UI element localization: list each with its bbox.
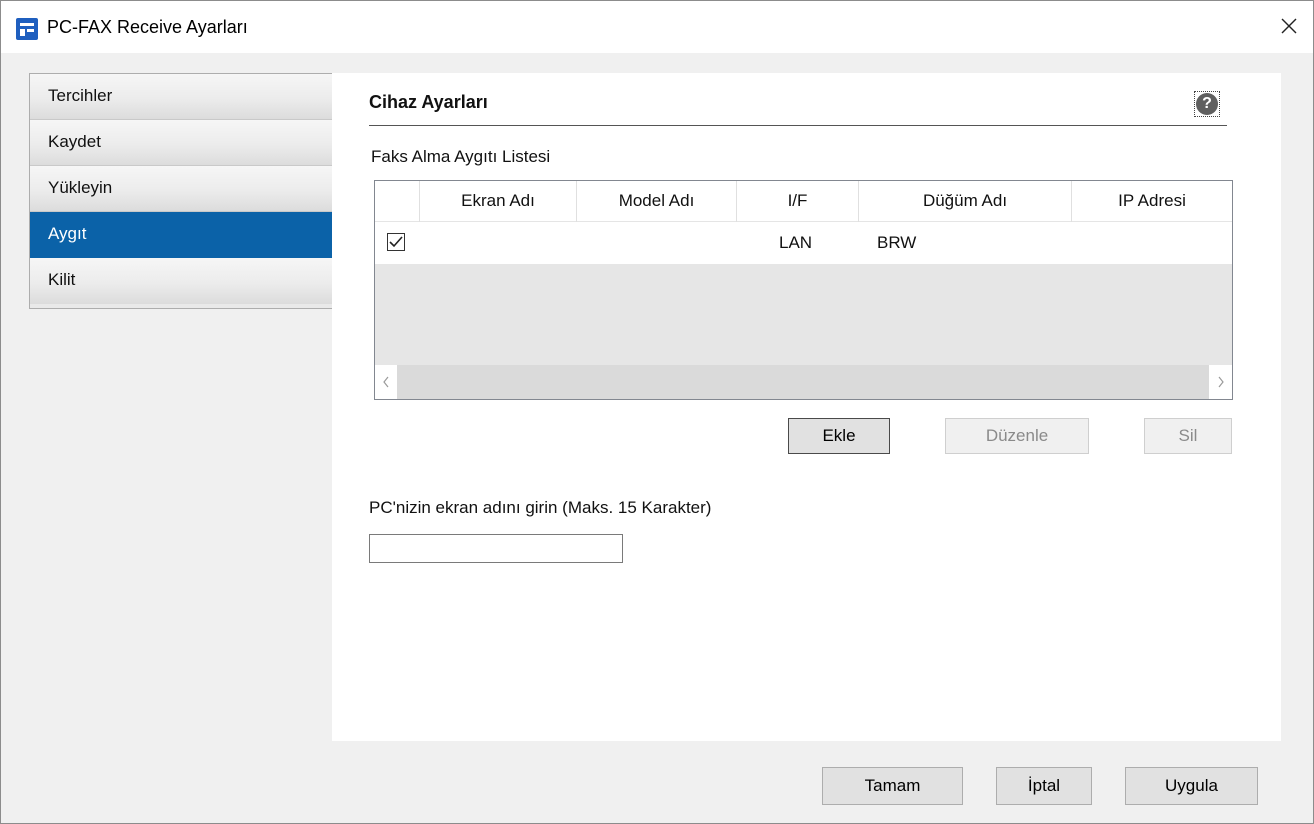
scrollbar-thumb[interactable]	[397, 365, 1209, 399]
title-bar: PC-FAX Receive Ayarları	[1, 1, 1313, 53]
sidebar-item-tercihler[interactable]: Tercihler	[30, 74, 333, 120]
section-divider	[369, 125, 1227, 126]
horizontal-scrollbar[interactable]	[375, 365, 1232, 399]
chevron-right-icon	[1218, 376, 1224, 388]
delete-button[interactable]: Sil	[1144, 418, 1232, 454]
sidebar-nav: Tercihler Kaydet Yükleyin Aygıt Kilit	[29, 73, 334, 309]
sidebar-item-kilit[interactable]: Kilit	[30, 258, 333, 304]
window-title: PC-FAX Receive Ayarları	[47, 17, 248, 37]
cell-interface: LAN	[779, 233, 813, 252]
checkmark-icon	[389, 236, 403, 248]
cell-node-name: BRW	[877, 233, 917, 252]
sidebar-item-aygit[interactable]: Aygıt	[30, 212, 333, 258]
column-header-interface[interactable]: I/F	[737, 181, 859, 222]
apply-button[interactable]: Uygula	[1125, 767, 1258, 805]
add-button[interactable]: Ekle	[788, 418, 890, 454]
screen-name-label: PC'nizin ekran adını girin (Maks. 15 Kar…	[369, 498, 712, 517]
column-header-ip-address[interactable]: IP Adresi	[1072, 181, 1232, 222]
close-icon	[1281, 18, 1297, 34]
settings-panel: Cihaz Ayarları ? Faks Alma Aygıtı Listes…	[332, 73, 1281, 741]
cell-ip-address	[1072, 222, 1232, 264]
edit-button[interactable]: Düzenle	[945, 418, 1089, 454]
scroll-right-button[interactable]	[1210, 365, 1232, 399]
column-header-check	[375, 181, 420, 222]
cell-screen-name	[420, 222, 577, 264]
cancel-button[interactable]: İptal	[996, 767, 1092, 805]
row-checkbox[interactable]	[387, 233, 405, 251]
table-row[interactable]: LAN BRW	[375, 222, 1232, 264]
cell-model-name	[577, 222, 737, 264]
sidebar-item-kaydet[interactable]: Kaydet	[30, 120, 333, 166]
dialog-window: PC-FAX Receive Ayarları Tercihler Kaydet…	[0, 0, 1314, 824]
sidebar-item-yukleyin[interactable]: Yükleyin	[30, 166, 333, 212]
ok-button[interactable]: Tamam	[822, 767, 963, 805]
close-button[interactable]	[1265, 1, 1313, 51]
column-header-model-name[interactable]: Model Adı	[577, 181, 737, 222]
section-title: Cihaz Ayarları	[369, 92, 488, 112]
app-icon	[16, 18, 38, 40]
help-button[interactable]: ?	[1194, 91, 1220, 117]
table-header: Ekran Adı Model Adı I/F Düğüm Adı IP Adr…	[375, 181, 1232, 222]
screen-name-input[interactable]	[369, 534, 623, 563]
scroll-left-button[interactable]	[375, 365, 397, 399]
device-list-label: Faks Alma Aygıtı Listesi	[371, 147, 551, 166]
device-list-table[interactable]: Ekran Adı Model Adı I/F Düğüm Adı IP Adr…	[374, 180, 1233, 400]
help-icon: ?	[1196, 93, 1218, 115]
column-header-screen-name[interactable]: Ekran Adı	[420, 181, 577, 222]
column-header-node-name[interactable]: Düğüm Adı	[859, 181, 1072, 222]
chevron-left-icon	[383, 376, 389, 388]
